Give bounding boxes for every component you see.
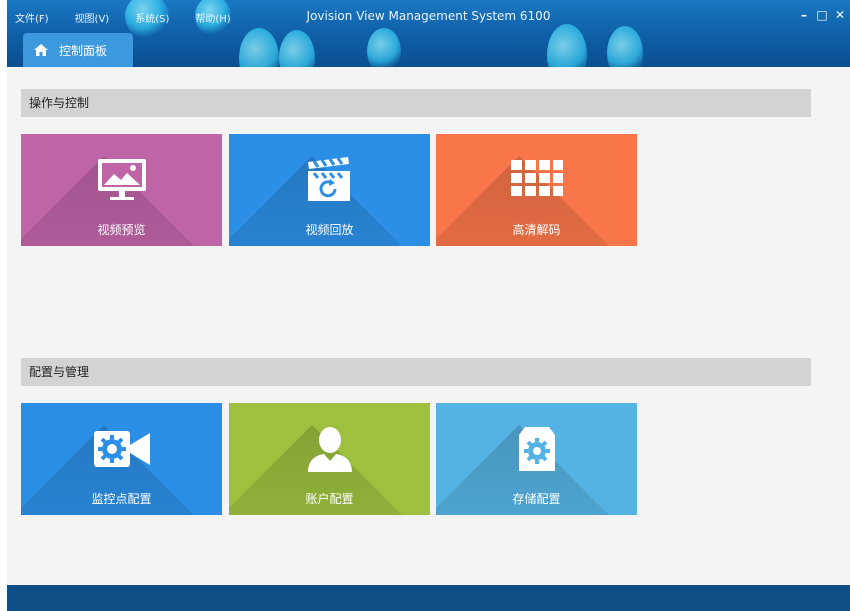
tile-label: 高清解码 <box>512 223 561 237</box>
window-controls: – □ ✕ <box>798 8 846 22</box>
app-window: 文件(F) 视图(V) 系统(S) 帮助(H) Jovision View Ma… <box>7 0 850 611</box>
tile-hd-decode[interactable]: 高清解码 <box>436 134 637 246</box>
minimize-button[interactable]: – <box>798 8 810 22</box>
menu-file[interactable]: 文件(F) <box>15 10 49 26</box>
home-icon <box>34 44 48 56</box>
menu-bar: 文件(F) 视图(V) 系统(S) 帮助(H) <box>15 10 231 26</box>
storage-gear-icon <box>518 427 555 471</box>
decor-bubble <box>547 24 587 67</box>
title-bar: 文件(F) 视图(V) 系统(S) 帮助(H) Jovision View Ma… <box>7 0 850 67</box>
tile-video-preview[interactable]: 视频预览 <box>21 134 222 246</box>
menu-help[interactable]: 帮助(H) <box>195 10 230 26</box>
monitor-image-icon <box>97 159 146 200</box>
clapperboard-replay-icon <box>307 157 350 201</box>
tile-storage-config[interactable]: 存储配置 <box>436 403 637 515</box>
status-bar <box>7 585 850 611</box>
decor-bubble <box>607 26 643 67</box>
tab-control-panel[interactable]: 控制面板 <box>23 33 133 67</box>
tile-video-playback[interactable]: 视频回放 <box>229 134 430 246</box>
user-icon <box>307 427 352 472</box>
menu-system[interactable]: 系统(S) <box>135 10 169 26</box>
tile-account-config[interactable]: 账户配置 <box>229 403 430 515</box>
camera-gear-icon <box>93 431 150 467</box>
section-header-config: 配置与管理 <box>21 358 811 386</box>
tile-label: 存储配置 <box>512 492 561 506</box>
maximize-button[interactable]: □ <box>816 8 828 22</box>
grid-icon <box>510 160 563 196</box>
decor-bubble <box>239 28 279 67</box>
tile-label: 视频预览 <box>97 223 146 237</box>
decor-bubble <box>367 28 401 67</box>
section-header-operation: 操作与控制 <box>21 89 811 117</box>
tab-label: 控制面板 <box>59 43 108 58</box>
tile-label: 视频回放 <box>305 223 354 237</box>
menu-view[interactable]: 视图(V) <box>75 10 110 26</box>
tile-label: 账户配置 <box>305 492 354 506</box>
tile-monitor-point-config[interactable]: 监控点配置 <box>21 403 222 515</box>
tile-label: 监控点配置 <box>91 492 152 506</box>
close-button[interactable]: ✕ <box>834 8 846 22</box>
decor-bubble <box>279 30 315 67</box>
